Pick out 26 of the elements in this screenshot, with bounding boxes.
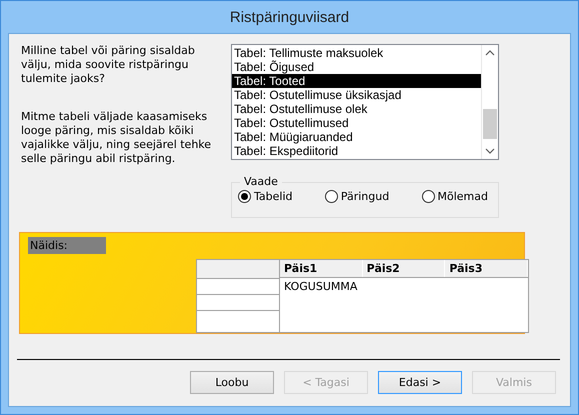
- radio-button[interactable]: [324, 190, 338, 202]
- table-list[interactable]: Tabel: Tellimuste maksuolek Tabel: Õigused Tabel: Tooted Tabel: Ostutellimuse üksikasjad Tabel: Ostutellimuse olek Tabel: Ostutellimused Tabel: Müügiaruanded Tabel: Ekspediitorid: [231, 44, 499, 160]
- dialog-button[interactable]: Edasi >: [378, 371, 462, 394]
- hint-text: Mitme tabeli väljade kaasamiseks looge päring, mis sisaldab kõiki vajalikke välju, ning seejärel tehke selle päringu abil ristpäring.: [21, 110, 212, 166]
- table-cell-text: KOGUSUMMA: [283, 279, 358, 295]
- scrollbar-thumb[interactable]: [483, 109, 497, 139]
- list-item[interactable]: Tabel: Õigused: [232, 60, 481, 74]
- radio-option[interactable]: Mõlemad: [422, 190, 488, 202]
- list-item[interactable]: Tabel: Tooted: [232, 74, 481, 88]
- list-item[interactable]: Tabel: Müügiaruanded: [232, 130, 481, 144]
- radio-button[interactable]: [422, 190, 435, 202]
- column-header: Päis3: [445, 260, 528, 277]
- list-item[interactable]: Tabel: Ostutellimused: [232, 116, 481, 130]
- radio-option[interactable]: Päringud: [324, 190, 390, 202]
- list-item[interactable]: Tabel: Ekspediitorid: [232, 144, 481, 158]
- column-header: Päis1: [280, 260, 363, 277]
- column-header: Päis2: [362, 260, 446, 277]
- sample-label: Näidis:: [28, 237, 106, 254]
- list-item[interactable]: Tabel: Ostutellimuse üksikasjad: [232, 88, 481, 102]
- list-item[interactable]: Tabel: Tellimuste maksuolek: [232, 46, 481, 60]
- window-title: Ristpäringuviisard: [230, 8, 350, 26]
- dialog-button[interactable]: Loobu: [190, 371, 274, 394]
- prompt-text: Milline tabel või päring sisaldab välju, mida soovite ristpäringu tulemite jaoks?: [21, 44, 196, 86]
- radio-button[interactable]: [238, 190, 251, 202]
- radio-option[interactable]: Tabelid: [238, 190, 292, 202]
- list-item[interactable]: Tabel: Ostutellimuse olek: [232, 102, 481, 116]
